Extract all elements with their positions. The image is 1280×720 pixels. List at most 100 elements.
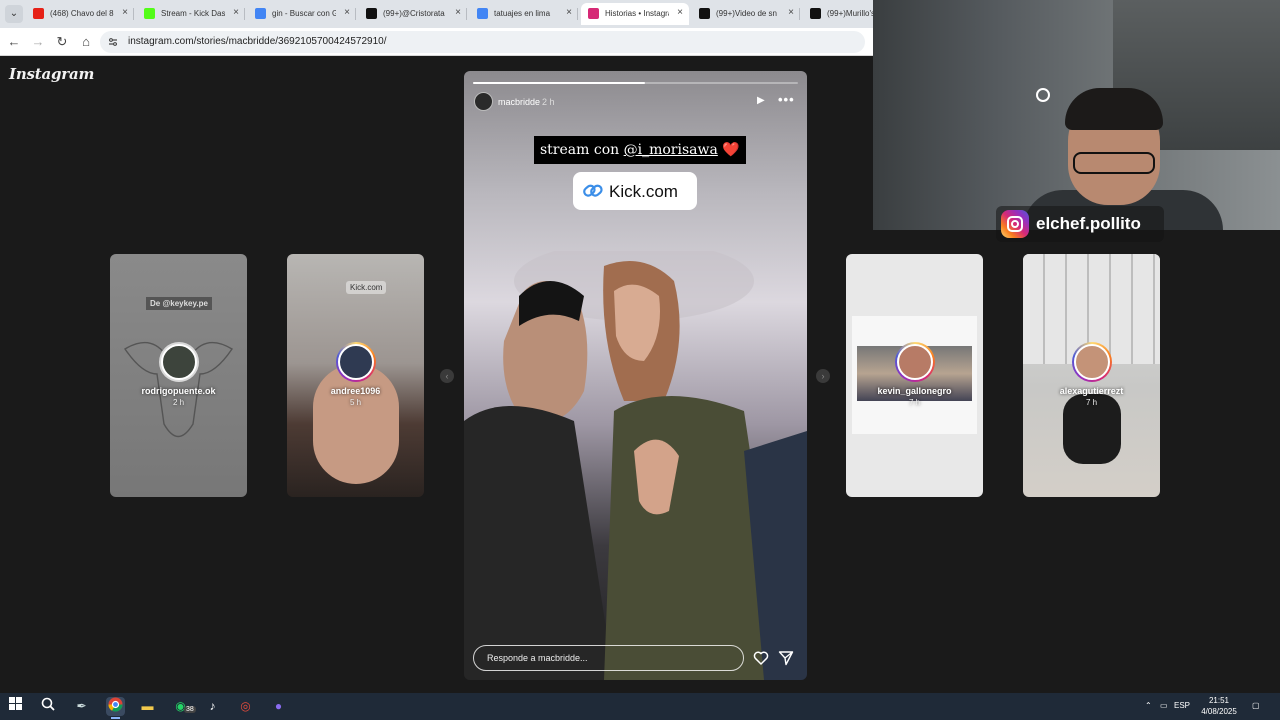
story-preview-time: 7 h [908, 398, 921, 407]
story-preview-rodrigopuente[interactable]: De @keykey.pe rodrigopuente.ok 2 h [110, 254, 247, 497]
more-options-icon[interactable]: ••• [778, 92, 795, 107]
back-button[interactable]: ← [6, 34, 22, 50]
tab-title: (99+)@Cristorata [383, 9, 445, 18]
link-sticker[interactable]: Kick.com [573, 172, 697, 210]
chrome-icon[interactable] [106, 697, 125, 719]
ring-light-reflection [1036, 88, 1050, 102]
tiktok-icon[interactable]: ♪ [203, 697, 222, 716]
story-preview-badge: De @keykey.pe [146, 297, 212, 310]
browser-tab[interactable]: Stream - Kick Dashboard × [137, 3, 245, 25]
youtube-icon [33, 8, 44, 19]
reply-input[interactable]: Responde a macbridde... [473, 645, 744, 671]
story-photo [464, 251, 807, 680]
previous-story-arrow-icon[interactable]: ‹ [440, 369, 454, 383]
whatsapp-notification-badge: 38 [184, 706, 196, 713]
tab-separator [577, 8, 578, 20]
windows-start-icon[interactable] [6, 697, 25, 716]
clock-time: 21:51 [1208, 696, 1230, 705]
tiktok-icon [699, 8, 710, 19]
tiktok-icon [810, 8, 821, 19]
streamer-glasses [1073, 152, 1155, 174]
tiktok-icon [366, 8, 377, 19]
browser-tab[interactable]: (99+)@Cristorata × [359, 3, 467, 25]
tab-separator [133, 8, 134, 20]
tab-search-chevron-icon[interactable]: ⌄ [5, 5, 23, 23]
link-sticker-text: Kick.com [609, 182, 678, 201]
google-icon [477, 8, 488, 19]
notifications-icon[interactable]: ▢ [1252, 701, 1260, 710]
system-clock[interactable]: 21:51 4/08/2025 [1200, 695, 1238, 717]
address-bar[interactable]: instagram.com/stories/macbridde/36921057… [100, 31, 865, 53]
story-time: 2 h [542, 97, 555, 107]
streamer-handle: elchef.pollito [1036, 214, 1141, 233]
story-preview-username: rodrigopuente.ok [141, 386, 216, 396]
close-tab-icon[interactable]: × [566, 7, 572, 18]
story-preview-avatar [159, 342, 199, 382]
close-tab-icon[interactable]: × [344, 7, 350, 18]
search-icon[interactable] [38, 697, 57, 716]
story-preview-username: andree1096 [330, 386, 381, 396]
feather-app-icon[interactable]: ✒ [72, 697, 91, 716]
browser-tab[interactable]: Historias • Instagram × [581, 3, 689, 25]
like-heart-icon[interactable] [753, 650, 769, 666]
discord-icon[interactable]: ● [269, 697, 288, 716]
story-preview-time: 5 h [349, 398, 362, 407]
preview-face-image [313, 364, 399, 484]
language-indicator[interactable]: ESP [1174, 701, 1190, 710]
reload-button[interactable]: ↻ [54, 34, 70, 50]
tab-title: (468) Chavo del 8 [50, 9, 114, 18]
instagram-icon [588, 8, 599, 19]
story-preview-avatar [895, 342, 935, 382]
instagram-icon [1001, 210, 1029, 238]
browser-tab[interactable]: tatuajes en lima × [470, 3, 578, 25]
tray-overflow-chevron-icon[interactable]: ⌃ [1145, 701, 1152, 710]
browser-tab-bar: ⌄ (468) Chavo del 8×Stream - Kick Dashbo… [0, 0, 911, 28]
browser-tab[interactable]: gin - Buscar con Google × [248, 3, 356, 25]
webcam-overlay [873, 0, 1280, 230]
next-story-arrow-icon[interactable]: › [816, 369, 830, 383]
caption-text: stream con [540, 142, 624, 158]
network-icon[interactable]: ▭ [1160, 701, 1168, 710]
streamer-handle-overlay: elchef.pollito [996, 206, 1164, 242]
browser-tab[interactable]: (99+)Video de sn × [692, 3, 800, 25]
site-info-icon[interactable] [108, 37, 118, 47]
close-tab-icon[interactable]: × [233, 7, 239, 18]
home-button[interactable]: ⌂ [78, 34, 94, 50]
url-text: instagram.com/stories/macbridde/36921057… [128, 36, 387, 47]
streamer-hair [1065, 88, 1163, 130]
story-preview-link-badge: Kick.com [346, 281, 387, 294]
story-preview-username: kevin_gallonegro [877, 386, 952, 396]
close-tab-icon[interactable]: × [677, 7, 683, 18]
share-send-icon[interactable] [778, 650, 794, 666]
story-preview-kevin-gallonegro[interactable]: kevin_gallonegro 7 h [846, 254, 983, 497]
browser-tab[interactable]: (468) Chavo del 8 × [26, 3, 134, 25]
file-explorer-icon[interactable]: ▬ [138, 697, 157, 716]
clock-date: 4/08/2025 [1201, 707, 1237, 716]
active-story[interactable]: macbridde 2 h ▶ ••• stream con @i_morisa… [464, 71, 807, 680]
story-caption: stream con @i_morisawa ❤️ [534, 136, 746, 164]
tab-separator [799, 8, 800, 20]
story-preview-avatar [1072, 342, 1112, 382]
story-preview-avatar [336, 342, 376, 382]
story-preview-time: 7 h [1085, 398, 1098, 407]
close-tab-icon[interactable]: × [788, 7, 794, 18]
story-preview-time: 2 h [172, 398, 185, 407]
play-icon[interactable]: ▶ [757, 95, 765, 106]
caption-mention[interactable]: @i_morisawa [624, 142, 718, 158]
tab-title: gin - Buscar con Google [272, 9, 336, 18]
instagram-logo[interactable]: Instagram [9, 65, 94, 83]
tab-title: Historias • Instagram [605, 9, 669, 18]
tab-separator [466, 8, 467, 20]
recording-app-icon[interactable]: ◎ [236, 697, 255, 716]
story-progress-bar [473, 82, 798, 84]
story-author-avatar[interactable] [474, 92, 493, 111]
forward-button[interactable]: → [30, 34, 46, 50]
story-preview-andree1096[interactable]: Kick.com andree1096 5 h [287, 254, 424, 497]
link-chain-icon [583, 184, 603, 197]
story-author-username[interactable]: macbridde [498, 97, 540, 107]
tab-title: (99+)Video de sn [716, 9, 778, 18]
story-preview-alexagutierrezt[interactable]: alexagutierrezt 7 h [1023, 254, 1160, 497]
close-tab-icon[interactable]: × [455, 7, 461, 18]
kick-icon [144, 8, 155, 19]
close-tab-icon[interactable]: × [122, 7, 128, 18]
